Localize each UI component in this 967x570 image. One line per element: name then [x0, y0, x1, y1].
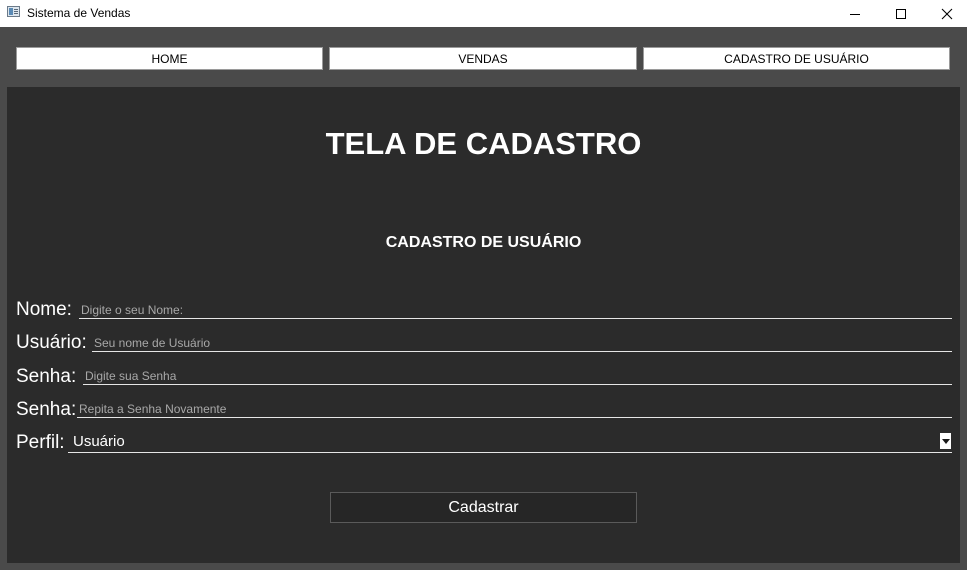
- app-icon: [7, 6, 20, 17]
- password-input[interactable]: [83, 368, 952, 384]
- username-input[interactable]: [92, 335, 952, 351]
- tab-home[interactable]: HOME: [16, 47, 323, 70]
- window-title: Sistema de Vendas: [27, 6, 131, 20]
- password-confirm-input[interactable]: [77, 401, 952, 417]
- name-label: Nome:: [16, 299, 72, 320]
- name-input[interactable]: [79, 302, 952, 318]
- password-field[interactable]: [83, 367, 952, 385]
- minimize-button[interactable]: [832, 0, 878, 27]
- name-field[interactable]: [79, 301, 952, 319]
- tab-cadastro-usuario[interactable]: CADASTRO DE USUÁRIO: [643, 47, 950, 70]
- maximize-button[interactable]: [878, 0, 924, 27]
- close-icon: [941, 8, 953, 19]
- section-title: CADASTRO DE USUÁRIO: [385, 234, 582, 251]
- cadastrar-button[interactable]: Cadastrar: [330, 492, 637, 523]
- minimize-icon: [850, 13, 860, 15]
- profile-label: Perfil:: [16, 432, 65, 453]
- chevron-down-icon[interactable]: [940, 433, 951, 449]
- tab-vendas[interactable]: VENDAS: [329, 47, 637, 70]
- profile-selected-value: Usuário: [73, 433, 125, 450]
- password-confirm-field[interactable]: [77, 400, 952, 418]
- close-button[interactable]: [924, 0, 967, 27]
- username-label: Usuário:: [16, 332, 87, 353]
- password-label: Senha:: [16, 366, 77, 387]
- username-field[interactable]: [92, 334, 952, 352]
- maximize-icon: [896, 8, 906, 19]
- profile-select[interactable]: Usuário: [68, 433, 952, 453]
- page-title: TELA DE CADASTRO: [325, 126, 642, 161]
- title-bar: Sistema de Vendas: [0, 0, 967, 27]
- password-confirm-label: Senha:: [16, 399, 77, 420]
